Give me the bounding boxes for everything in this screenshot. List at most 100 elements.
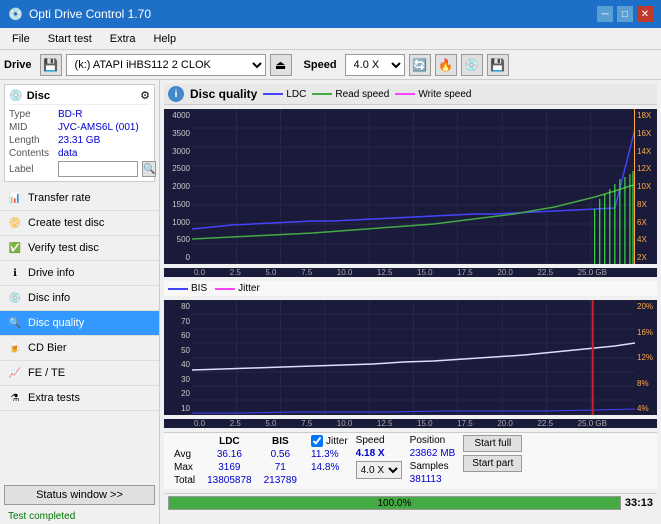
quality-icon: i — [168, 86, 184, 102]
disc-length-label: Length — [9, 135, 54, 146]
jitter-checkbox[interactable] — [311, 435, 323, 447]
samples-value: 381113 — [410, 474, 456, 485]
jitter-max-val: 14.8% — [311, 462, 348, 473]
app-icon: 💿 — [8, 7, 23, 21]
drive-info-icon: ℹ — [8, 266, 22, 280]
top-chart-container: 4000 3500 3000 2500 2000 1500 1000 500 0 — [164, 109, 657, 264]
stats-total-row: Total 13805878 213789 — [168, 474, 303, 487]
stats-col-ldc: LDC — [201, 435, 258, 448]
nav-fe-te[interactable]: 📈 FE / TE — [0, 361, 159, 386]
nav-extra-tests-label: Extra tests — [28, 392, 80, 404]
content-area: i Disc quality LDC Read speed Write spee… — [160, 80, 661, 524]
main-layout: 💿 Disc ⚙ Type BD-R MID JVC-AMS6L (001) L… — [0, 80, 661, 524]
title-bar-left: 💿 Opti Drive Control 1.70 — [8, 7, 151, 21]
disc-contents-row: Contents data — [9, 148, 150, 159]
drive-toolbar: Drive 💾 (k:) ATAPI iHBS112 2 CLOK ⏏ Spee… — [0, 50, 661, 80]
write-label: Write speed — [418, 89, 471, 100]
disc-header: 💿 Disc ⚙ — [9, 89, 150, 105]
speed-select[interactable]: 4.0 X — [345, 54, 405, 76]
nav-cd-bier-label: CD Bier — [28, 342, 67, 354]
jitter-line — [215, 288, 235, 290]
menu-start-test[interactable]: Start test — [40, 31, 100, 47]
disc-label-button[interactable]: 🔍 — [142, 161, 156, 177]
stats-total-ldc: 13805878 — [201, 474, 258, 487]
nav-fe-te-label: FE / TE — [28, 367, 65, 379]
refresh-icon[interactable]: 🔄 — [409, 54, 431, 76]
disc-label-input[interactable] — [58, 161, 138, 177]
save-icon[interactable]: 💾 — [487, 54, 509, 76]
disc-contents-label: Contents — [9, 148, 54, 159]
disc-type-label: Type — [9, 109, 54, 120]
top-chart-svg — [192, 109, 635, 264]
nav-items: 📊 Transfer rate 📀 Create test disc ✅ Ver… — [0, 186, 159, 481]
stats-avg-ldc: 36.16 — [201, 448, 258, 461]
disc-label-row: Label 🔍 — [9, 161, 150, 177]
eject-icon[interactable]: ⏏ — [270, 54, 292, 76]
disc-panel: 💿 Disc ⚙ Type BD-R MID JVC-AMS6L (001) L… — [4, 84, 155, 182]
position-section: Position 23862 MB Samples 381113 — [410, 435, 456, 485]
nav-disc-info[interactable]: 💿 Disc info — [0, 286, 159, 311]
burn-icon[interactable]: 🔥 — [435, 54, 457, 76]
nav-drive-info-label: Drive info — [28, 267, 74, 279]
status-window-button[interactable]: Status window >> — [4, 485, 155, 505]
jitter-section: Jitter 11.3% 14.8% — [311, 435, 348, 473]
nav-extra-tests[interactable]: ⚗ Extra tests — [0, 386, 159, 411]
legend-ldc: LDC — [263, 89, 306, 100]
nav-create-test-disc[interactable]: 📀 Create test disc — [0, 211, 159, 236]
quality-header: i Disc quality LDC Read speed Write spee… — [164, 84, 657, 105]
maximize-button[interactable]: □ — [617, 6, 633, 22]
sidebar: 💿 Disc ⚙ Type BD-R MID JVC-AMS6L (001) L… — [0, 80, 160, 524]
progress-text: 100.0% — [169, 497, 620, 511]
bis-legend: BIS — [168, 283, 207, 294]
disc-header-title: Disc — [27, 90, 50, 102]
stats-avg-bis: 0.56 — [258, 448, 303, 461]
jitter-legend: Jitter — [215, 283, 260, 294]
jitter-check-row: Jitter — [311, 435, 348, 447]
disc-header-icon: 💿 — [9, 89, 23, 102]
samples-label: Samples — [410, 461, 456, 472]
menu-file[interactable]: File — [4, 31, 38, 47]
legend-write: Write speed — [395, 89, 471, 100]
stats-col-empty — [168, 435, 201, 448]
stats-max-ldc: 3169 — [201, 461, 258, 474]
time-display: 33:13 — [625, 497, 653, 509]
nav-cd-bier[interactable]: 🍺 CD Bier — [0, 336, 159, 361]
nav-drive-info[interactable]: ℹ Drive info — [0, 261, 159, 286]
minimize-button[interactable]: ─ — [597, 6, 613, 22]
stats-total-bis: 213789 — [258, 474, 303, 487]
nav-transfer-rate[interactable]: 📊 Transfer rate — [0, 186, 159, 211]
stats-avg-row: Avg 36.16 0.56 — [168, 448, 303, 461]
speed-header: Speed — [356, 435, 402, 446]
disc-info-icon: 💿 — [8, 291, 22, 305]
nav-verify-test-disc[interactable]: ✅ Verify test disc — [0, 236, 159, 261]
bottom-chart-legend: BIS Jitter — [164, 281, 657, 296]
drive-select[interactable]: (k:) ATAPI iHBS112 2 CLOK — [66, 54, 266, 76]
nav-disc-quality-label: Disc quality — [28, 317, 84, 329]
top-chart-svg-wrapper — [192, 109, 635, 264]
quality-title: Disc quality — [190, 87, 257, 101]
cd-bier-icon: 🍺 — [8, 341, 22, 355]
disc-icon[interactable]: 💿 — [461, 54, 483, 76]
position-value: 23862 MB — [410, 448, 456, 459]
stats-max-row: Max 3169 71 — [168, 461, 303, 474]
bis-line — [168, 288, 188, 290]
disc-contents-value: data — [58, 148, 77, 159]
jitter-avg-val: 11.3% — [311, 449, 348, 460]
start-part-button[interactable]: Start part — [463, 455, 522, 472]
verify-test-disc-icon: ✅ — [8, 241, 22, 255]
menu-help[interactable]: Help — [145, 31, 184, 47]
menu-extra[interactable]: Extra — [102, 31, 144, 47]
disc-mid-value: JVC-AMS6L (001) — [58, 122, 139, 133]
jitter-label-text: Jitter — [238, 283, 260, 294]
close-button[interactable]: ✕ — [637, 6, 653, 22]
read-line — [312, 93, 332, 95]
drive-icon: 💾 — [40, 54, 62, 76]
app-title: Opti Drive Control 1.70 — [29, 7, 151, 21]
bottom-chart-container: 80 70 60 50 40 30 20 10 — [164, 300, 657, 415]
start-full-button[interactable]: Start full — [463, 435, 522, 452]
bottom-y-labels-left: 80 70 60 50 40 30 20 10 — [164, 300, 192, 415]
title-bar: 💿 Opti Drive Control 1.70 ─ □ ✕ — [0, 0, 661, 28]
bottom-y-labels-right: 20% 16% 12% 8% 4% — [635, 300, 657, 415]
nav-disc-quality[interactable]: 🔍 Disc quality — [0, 311, 159, 336]
speed-dropdown[interactable]: 4.0 X — [356, 461, 402, 479]
